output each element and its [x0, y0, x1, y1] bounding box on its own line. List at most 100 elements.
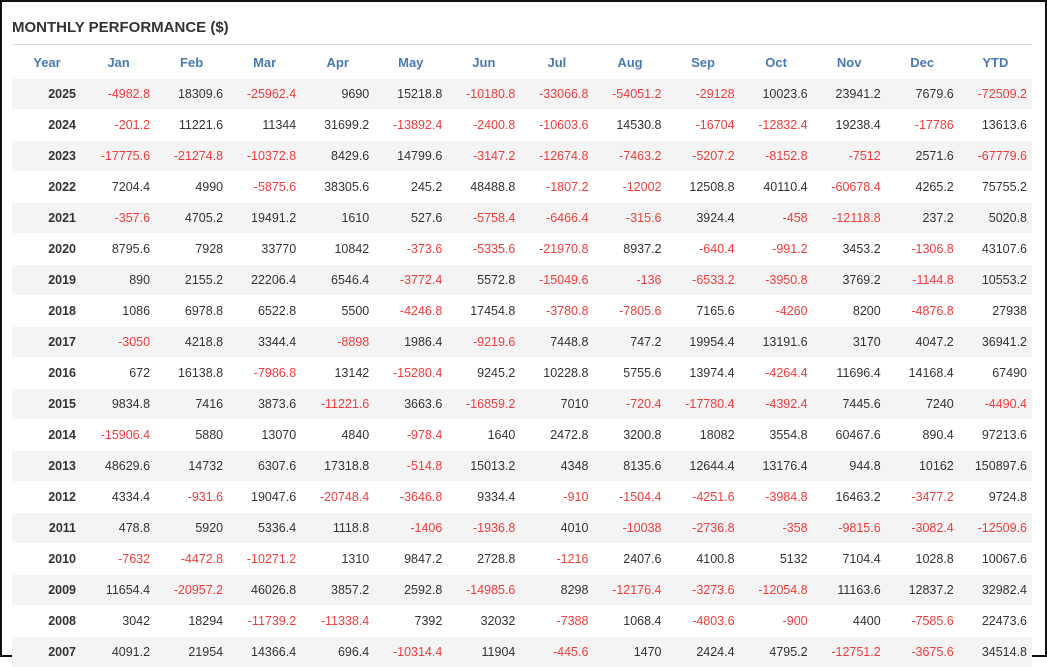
value-cell-jan: 672	[82, 358, 155, 389]
value-cell-nov: 4400	[813, 606, 886, 637]
value-cell-dec: -1144.8	[886, 265, 959, 296]
value-cell-mar: 3873.6	[228, 389, 301, 420]
value-cell-ytd: -67779.6	[959, 141, 1032, 172]
value-cell-mar: -7986.8	[228, 358, 301, 389]
year-cell: 2024	[12, 110, 82, 141]
value-cell-mar: 5336.4	[228, 513, 301, 544]
value-cell-sep: 3924.4	[667, 203, 740, 234]
value-cell-sep: -29128	[667, 79, 740, 110]
year-cell: 2018	[12, 296, 82, 327]
value-cell-aug: -315.6	[593, 203, 666, 234]
value-cell-jun: 15013.2	[447, 451, 520, 482]
value-cell-feb: 6978.8	[155, 296, 228, 327]
value-cell-nov: 19238.4	[813, 110, 886, 141]
value-cell-sep: 19954.4	[667, 327, 740, 358]
value-cell-oct: 4795.2	[740, 637, 813, 667]
column-header-oct: Oct	[740, 47, 813, 79]
table-row: 20159834.874163873.6-11221.63663.6-16859…	[12, 389, 1032, 420]
value-cell-jun: 17454.8	[447, 296, 520, 327]
value-cell-jul: -33066.8	[520, 79, 593, 110]
value-cell-oct: -4264.4	[740, 358, 813, 389]
year-cell: 2008	[12, 606, 82, 637]
value-cell-jul: 2472.8	[520, 420, 593, 451]
value-cell-nov: 60467.6	[813, 420, 886, 451]
table-row: 20074091.22195414366.4696.4-10314.411904…	[12, 637, 1032, 667]
value-cell-ytd: 22473.6	[959, 606, 1032, 637]
monthly-performance-table: YearJanFebMarAprMayJunJulAugSepOctNovDec…	[12, 47, 1032, 667]
value-cell-jun: 2728.8	[447, 544, 520, 575]
value-cell-oct: -4392.4	[740, 389, 813, 420]
column-header-may: May	[374, 47, 447, 79]
column-header-ytd: YTD	[959, 47, 1032, 79]
value-cell-mar: 11344	[228, 110, 301, 141]
value-cell-feb: 18309.6	[155, 79, 228, 110]
value-cell-ytd: 27938	[959, 296, 1032, 327]
value-cell-mar: -5875.6	[228, 172, 301, 203]
table-row: 2021-357.64705.219491.21610527.6-5758.4-…	[12, 203, 1032, 234]
table-row: 20227204.44990-5875.638305.6245.248488.8…	[12, 172, 1032, 203]
value-cell-jun: -14985.6	[447, 575, 520, 606]
column-header-dec: Dec	[886, 47, 959, 79]
value-cell-ytd: 75755.2	[959, 172, 1032, 203]
value-cell-feb: -931.6	[155, 482, 228, 513]
value-cell-ytd: 10067.6	[959, 544, 1032, 575]
value-cell-jul: -15049.6	[520, 265, 593, 296]
value-cell-aug: 747.2	[593, 327, 666, 358]
value-cell-mar: 33770	[228, 234, 301, 265]
value-cell-apr: 1610	[301, 203, 374, 234]
value-cell-jul: 10228.8	[520, 358, 593, 389]
value-cell-apr: 31699.2	[301, 110, 374, 141]
value-cell-apr: 4840	[301, 420, 374, 451]
table-row: 20198902155.222206.46546.4-3772.45572.8-…	[12, 265, 1032, 296]
value-cell-sep: 2424.4	[667, 637, 740, 667]
table-row: 2008304218294-11739.2-11338.4739232032-7…	[12, 606, 1032, 637]
table-row: 201810866978.86522.85500-4246.817454.8-3…	[12, 296, 1032, 327]
value-cell-jan: 4334.4	[82, 482, 155, 513]
value-cell-apr: -8898	[301, 327, 374, 358]
column-header-jan: Jan	[82, 47, 155, 79]
value-cell-may: 15218.8	[374, 79, 447, 110]
value-cell-mar: -11739.2	[228, 606, 301, 637]
value-cell-ytd: 67490	[959, 358, 1032, 389]
year-cell: 2011	[12, 513, 82, 544]
year-cell: 2009	[12, 575, 82, 606]
value-cell-aug: -136	[593, 265, 666, 296]
value-cell-ytd: 9724.8	[959, 482, 1032, 513]
table-row: 201667216138.8-7986.813142-15280.49245.2…	[12, 358, 1032, 389]
value-cell-apr: 1310	[301, 544, 374, 575]
value-cell-nov: 944.8	[813, 451, 886, 482]
year-cell: 2007	[12, 637, 82, 667]
value-cell-jul: 4348	[520, 451, 593, 482]
value-cell-dec: 7679.6	[886, 79, 959, 110]
year-cell: 2025	[12, 79, 82, 110]
value-cell-aug: -7463.2	[593, 141, 666, 172]
table-row: 2025-4982.818309.6-25962.4969015218.8-10…	[12, 79, 1032, 110]
value-cell-apr: -11221.6	[301, 389, 374, 420]
value-cell-aug: 8937.2	[593, 234, 666, 265]
value-cell-jul: -445.6	[520, 637, 593, 667]
value-cell-jan: 9834.8	[82, 389, 155, 420]
value-cell-jun: 48488.8	[447, 172, 520, 203]
value-cell-aug: -7805.6	[593, 296, 666, 327]
table-row: 2017-30504218.83344.4-88981986.4-9219.67…	[12, 327, 1032, 358]
value-cell-aug: -720.4	[593, 389, 666, 420]
value-cell-ytd: 97213.6	[959, 420, 1032, 451]
value-cell-jul: 7448.8	[520, 327, 593, 358]
value-cell-nov: 23941.2	[813, 79, 886, 110]
value-cell-may: 245.2	[374, 172, 447, 203]
value-cell-jun: -1936.8	[447, 513, 520, 544]
value-cell-apr: -11338.4	[301, 606, 374, 637]
value-cell-jun: 11904	[447, 637, 520, 667]
value-cell-ytd: 13613.6	[959, 110, 1032, 141]
value-cell-mar: 6522.8	[228, 296, 301, 327]
value-cell-feb: 2155.2	[155, 265, 228, 296]
value-cell-dec: 2571.6	[886, 141, 959, 172]
value-cell-dec: 4265.2	[886, 172, 959, 203]
value-cell-nov: -60678.4	[813, 172, 886, 203]
value-cell-oct: -12832.4	[740, 110, 813, 141]
value-cell-dec: 1028.8	[886, 544, 959, 575]
value-cell-jan: -17775.6	[82, 141, 155, 172]
value-cell-sep: -3273.6	[667, 575, 740, 606]
value-cell-nov: 16463.2	[813, 482, 886, 513]
value-cell-jan: 11654.4	[82, 575, 155, 606]
